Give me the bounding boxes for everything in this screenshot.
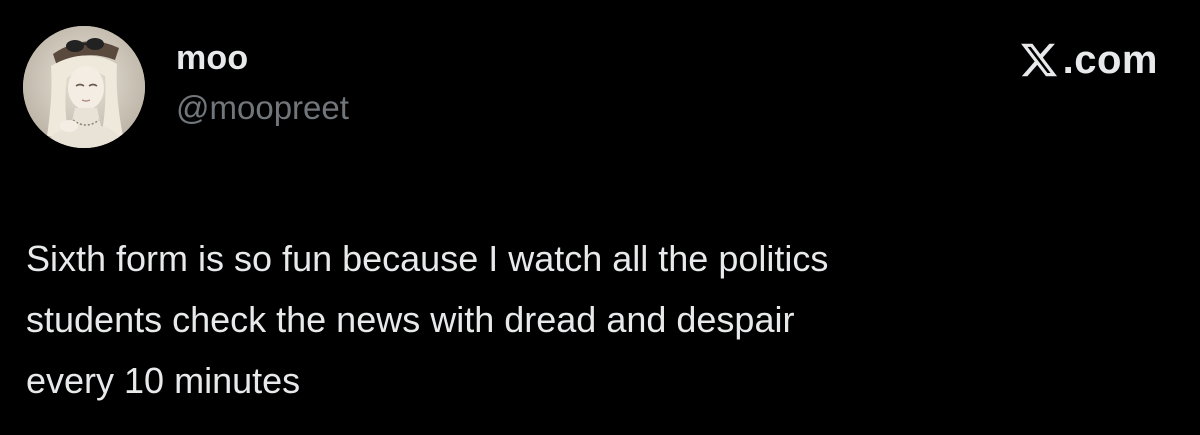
- post-text: Sixth form is so fun because I watch all…: [26, 238, 829, 401]
- brand-domain-text: .com: [1062, 38, 1158, 82]
- x-logo-icon: [1020, 43, 1057, 77]
- x-com-brand: .com: [1019, 36, 1158, 84]
- avatar[interactable]: [23, 26, 145, 148]
- avatar-illustration-icon: [23, 26, 145, 148]
- author-display-name[interactable]: moo: [176, 38, 248, 78]
- post-card: moo @moopreet .com Sixth form is so fun …: [0, 0, 1200, 435]
- author-handle[interactable]: @moopreet: [176, 88, 349, 128]
